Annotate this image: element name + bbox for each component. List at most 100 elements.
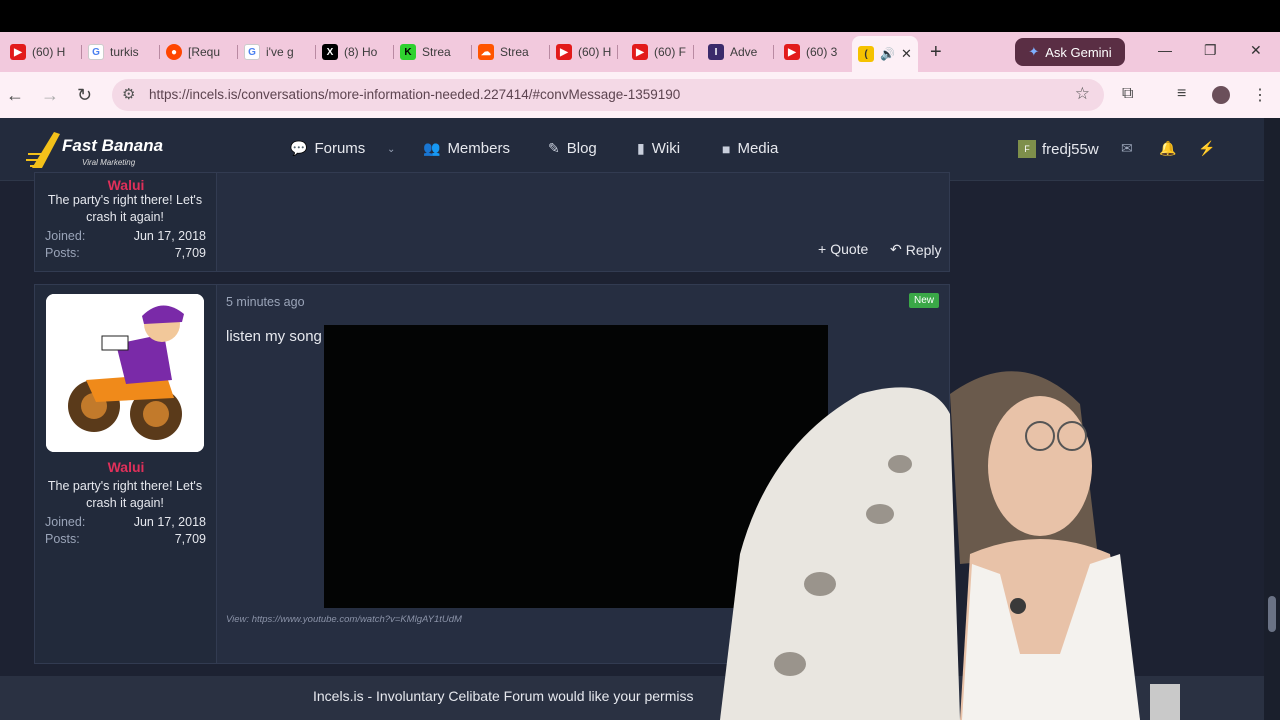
page-scrollbar[interactable] <box>1264 118 1280 720</box>
tab-label: [Requ <box>188 45 221 59</box>
reply-label: Reply <box>905 241 942 258</box>
username: fredj55w <box>1042 140 1099 158</box>
bookmark-star-icon[interactable]: ☆ <box>1075 84 1090 104</box>
posts-label: Posts: <box>45 532 80 546</box>
envelope-icon[interactable]: ✉ <box>1121 140 1133 157</box>
video-camera-icon: ■ <box>722 140 731 157</box>
minimize-icon[interactable]: — <box>1158 42 1172 58</box>
url-text[interactable]: https://incels.is/conversations/more-inf… <box>149 87 680 102</box>
media-control-icon[interactable]: ≡ <box>1177 85 1186 103</box>
menu-kebab-icon[interactable]: ⋮ <box>1252 85 1268 105</box>
users-icon: 👥 <box>423 140 441 156</box>
screen: ▶ (60) H G turkis ● [Requ G i've g X (8)… <box>0 0 1280 720</box>
youtube-icon: ▶ <box>784 44 800 60</box>
tab-label: (60) H <box>578 45 612 59</box>
logo-brand: Fast Banana <box>62 136 164 155</box>
browser-tab[interactable]: ▶ (60) H <box>4 38 82 66</box>
browser-tab[interactable]: ▶ (60) F <box>626 38 694 66</box>
nav-blog[interactable]: ✎ Blog <box>548 140 597 157</box>
message-user-panel: Walui The party's right there! Let's cra… <box>35 173 217 271</box>
back-icon[interactable]: ← <box>6 85 24 106</box>
new-tab-button[interactable]: + <box>930 41 942 64</box>
nav-wiki[interactable]: ▮ Wiki <box>637 140 680 157</box>
top-black-bar <box>0 0 1280 32</box>
browser-tab[interactable]: I Adve <box>702 38 774 66</box>
browser-tab[interactable]: ▶ (60) H <box>550 38 618 66</box>
browser-tab-active[interactable]: ( 🔊 ✕ <box>852 36 918 72</box>
tab-label: (8) Ho <box>344 45 378 59</box>
comments-icon: 💬 <box>290 140 308 156</box>
ask-gemini-button[interactable]: ✦ Ask Gemini <box>1015 38 1125 66</box>
browser-tab[interactable]: ☁ Strea <box>472 38 550 66</box>
forward-icon[interactable]: → <box>41 85 59 106</box>
reply-button[interactable]: ↶ Reply <box>890 241 942 258</box>
browser-tab[interactable]: ▶ (60) 3 <box>778 38 848 66</box>
joined-value: Jun 17, 2018 <box>133 229 206 243</box>
quote-button[interactable]: + Quote <box>818 241 868 257</box>
banana-icon: ( <box>858 46 874 62</box>
youtube-icon: ▶ <box>10 44 26 60</box>
kick-icon: K <box>400 44 416 60</box>
browser-tab[interactable]: G i've g <box>238 38 316 66</box>
youtube-icon: ▶ <box>556 44 572 60</box>
site-settings-icon[interactable]: ⚙ <box>122 85 135 103</box>
profile-avatar[interactable] <box>1212 86 1230 104</box>
joined-label: Joined: <box>45 515 86 529</box>
nav-label: Wiki <box>651 140 681 157</box>
google-icon: G <box>88 44 104 60</box>
plus-icon: + <box>818 241 827 257</box>
site-logo[interactable]: Fast Banana Viral Marketing <box>26 124 166 176</box>
close-tab-icon[interactable]: ✕ <box>901 46 912 62</box>
nav-label: Blog <box>566 140 597 157</box>
cookie-text: Incels.is - Involuntary Celibate Forum w… <box>313 688 694 704</box>
restore-icon[interactable]: ❐ <box>1204 42 1217 59</box>
user-menu[interactable]: F fredj55w <box>1018 140 1099 158</box>
blog-icon: ✎ <box>548 140 560 156</box>
tab-label: (60) F <box>654 45 687 59</box>
omnibox[interactable]: ⚙ https://incels.is/conversations/more-i… <box>112 79 1104 111</box>
speaker-icon[interactable]: 🔊 <box>880 47 895 61</box>
message-text: listen my song <box>226 328 322 345</box>
nav-media[interactable]: ■ Media <box>722 140 778 157</box>
author-name[interactable]: Walui <box>35 177 217 193</box>
tab-label: Strea <box>422 45 451 59</box>
avatar[interactable] <box>46 294 204 452</box>
chevron-down-icon[interactable]: ⌄ <box>387 144 395 155</box>
browser-tab[interactable]: G turkis <box>82 38 160 66</box>
tab-label: Adve <box>730 45 758 59</box>
scrollbar-thumb[interactable] <box>1268 596 1276 632</box>
bolt-icon[interactable]: ⚡ <box>1198 140 1215 157</box>
address-bar-row: ← → ↻ ⚙ https://incels.is/conversations/… <box>0 72 1280 118</box>
forum-icon: I <box>708 44 724 60</box>
quote-label: Quote <box>830 241 869 257</box>
browser-tab[interactable]: K Strea <box>394 38 472 66</box>
browser-tab[interactable]: ● [Requ <box>160 38 238 66</box>
book-icon: ▮ <box>637 140 645 156</box>
video-link[interactable]: View: https://www.youtube.com/watch?v=KM… <box>226 614 462 625</box>
google-icon: G <box>244 44 260 60</box>
tab-label: Strea <box>500 45 529 59</box>
joined-label: Joined: <box>45 229 86 243</box>
nav-label: Media <box>737 140 779 157</box>
posts-value: 7,709 <box>174 532 206 546</box>
bell-icon[interactable]: 🔔 <box>1159 140 1176 157</box>
tab-label: (60) 3 <box>806 45 838 59</box>
author-name[interactable]: Walui <box>35 459 217 475</box>
nav-members[interactable]: 👥 Members <box>423 140 510 157</box>
joined-value: Jun 17, 2018 <box>133 515 206 529</box>
tab-label: turkis <box>110 45 139 59</box>
user-title: The party's right there! Let's crash it … <box>47 193 203 224</box>
extensions-icon[interactable]: ⧉ <box>1122 85 1133 103</box>
nav-forums[interactable]: 💬 Forums <box>290 140 365 157</box>
soundcloud-icon: ☁ <box>478 44 494 60</box>
new-badge: New <box>908 293 939 308</box>
browser-tab[interactable]: X (8) Ho <box>316 38 394 66</box>
reply-icon: ↶ <box>890 241 902 257</box>
youtube-icon: ▶ <box>632 44 648 60</box>
webcam-overlay <box>720 371 1180 720</box>
close-window-icon[interactable]: ✕ <box>1250 42 1262 59</box>
tab-label: i've g <box>266 45 294 59</box>
reload-icon[interactable]: ↻ <box>77 85 92 106</box>
post-time[interactable]: 5 minutes ago <box>226 295 305 309</box>
ask-gemini-label: Ask Gemini <box>1045 44 1112 60</box>
